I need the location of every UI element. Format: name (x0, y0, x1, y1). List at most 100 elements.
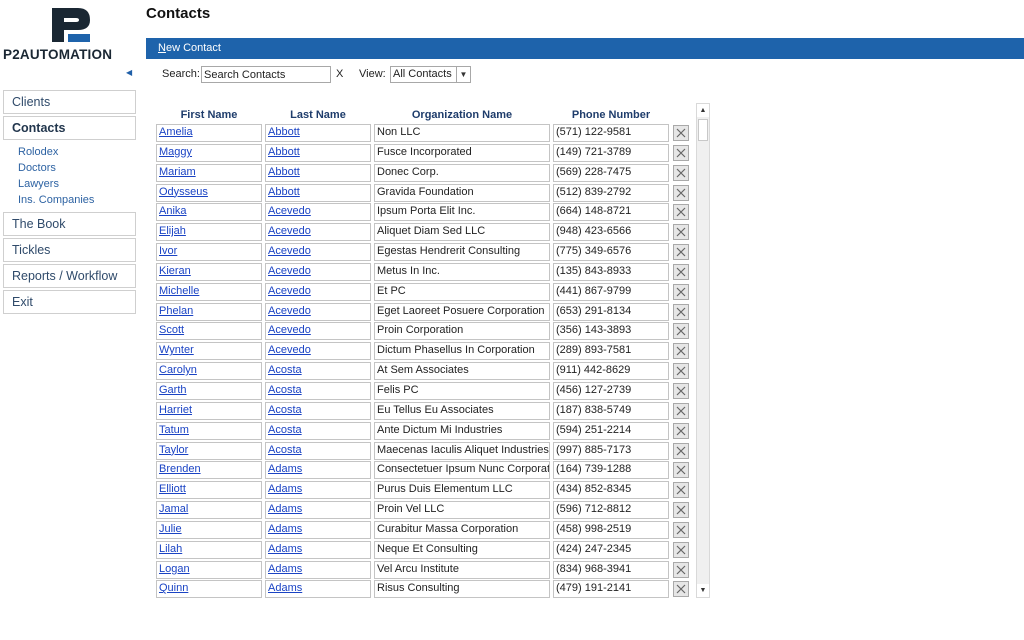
phone-cell[interactable]: (512) 839-2792 (553, 183, 669, 202)
phone-cell[interactable]: (456) 127-2739 (553, 381, 669, 400)
phone-cell[interactable]: (911) 442-8629 (553, 362, 669, 381)
delete-row-button[interactable] (673, 144, 689, 161)
delete-row-button[interactable] (673, 224, 689, 241)
sidebar-subitem-lawyers[interactable]: Lawyers (18, 176, 136, 192)
organization-cell[interactable]: Felis PC (374, 381, 550, 400)
delete-row-button[interactable] (673, 303, 689, 320)
column-header-phone[interactable]: Phone Number (553, 109, 669, 121)
phone-cell[interactable]: (834) 968-3941 (553, 560, 669, 579)
organization-cell[interactable]: Vel Arcu Institute (374, 560, 550, 579)
organization-cell[interactable]: Maecenas Iaculis Aliquet Industries (374, 441, 550, 460)
organization-cell[interactable]: Aliquet Diam Sed LLC (374, 223, 550, 242)
organization-cell[interactable]: Risus Consulting (374, 580, 550, 599)
sidebar-item-contacts[interactable]: Contacts (3, 116, 136, 140)
phone-cell[interactable]: (948) 423-6566 (553, 223, 669, 242)
last-name-cell[interactable]: Adams (265, 461, 371, 480)
delete-row-button[interactable] (673, 363, 689, 380)
table-scrollbar[interactable]: ▲ ▼ (696, 103, 710, 598)
first-name-cell[interactable]: Garth (156, 381, 262, 400)
clear-search-button[interactable]: X (336, 68, 343, 80)
delete-row-button[interactable] (673, 462, 689, 479)
first-name-cell[interactable]: Quinn (156, 580, 262, 599)
phone-cell[interactable]: (289) 893-7581 (553, 342, 669, 361)
phone-cell[interactable]: (356) 143-3893 (553, 322, 669, 341)
first-name-cell[interactable]: Elliott (156, 481, 262, 500)
last-name-cell[interactable]: Adams (265, 481, 371, 500)
phone-cell[interactable]: (424) 247-2345 (553, 540, 669, 559)
sidebar-item-clients[interactable]: Clients (3, 90, 136, 114)
first-name-cell[interactable]: Scott (156, 322, 262, 341)
delete-row-button[interactable] (673, 164, 689, 181)
last-name-cell[interactable]: Abbott (265, 124, 371, 142)
delete-row-button[interactable] (673, 561, 689, 578)
phone-cell[interactable]: (441) 867-9799 (553, 282, 669, 301)
organization-cell[interactable]: Fusce Incorporated (374, 143, 550, 162)
first-name-cell[interactable]: Elijah (156, 223, 262, 242)
phone-cell[interactable]: (664) 148-8721 (553, 203, 669, 222)
organization-cell[interactable]: Eu Tellus Eu Associates (374, 401, 550, 420)
delete-row-button[interactable] (673, 283, 689, 300)
last-name-cell[interactable]: Adams (265, 560, 371, 579)
first-name-cell[interactable]: Julie (156, 520, 262, 539)
first-name-cell[interactable]: Lilah (156, 540, 262, 559)
first-name-cell[interactable]: Taylor (156, 441, 262, 460)
first-name-cell[interactable]: Kieran (156, 262, 262, 281)
search-input[interactable] (201, 66, 331, 83)
first-name-cell[interactable]: Tatum (156, 421, 262, 440)
phone-cell[interactable]: (775) 349-6576 (553, 243, 669, 262)
first-name-cell[interactable]: Logan (156, 560, 262, 579)
phone-cell[interactable]: (135) 843-8933 (553, 262, 669, 281)
last-name-cell[interactable]: Acosta (265, 421, 371, 440)
delete-row-button[interactable] (673, 442, 689, 459)
phone-cell[interactable]: (571) 122-9581 (553, 124, 669, 142)
last-name-cell[interactable]: Acevedo (265, 322, 371, 341)
phone-cell[interactable]: (594) 251-2214 (553, 421, 669, 440)
delete-row-button[interactable] (673, 125, 689, 141)
delete-row-button[interactable] (673, 521, 689, 538)
organization-cell[interactable]: Dictum Phasellus In Corporation (374, 342, 550, 361)
sidebar-subitem-ins-companies[interactable]: Ins. Companies (18, 192, 136, 208)
organization-cell[interactable]: Proin Vel LLC (374, 501, 550, 520)
last-name-cell[interactable]: Acevedo (265, 203, 371, 222)
phone-cell[interactable]: (187) 838-5749 (553, 401, 669, 420)
phone-cell[interactable]: (596) 712-8812 (553, 501, 669, 520)
organization-cell[interactable]: Eget Laoreet Posuere Corporation (374, 302, 550, 321)
phone-cell[interactable]: (569) 228-7475 (553, 163, 669, 182)
phone-cell[interactable]: (164) 739-1288 (553, 461, 669, 480)
last-name-cell[interactable]: Acosta (265, 441, 371, 460)
delete-row-button[interactable] (673, 323, 689, 340)
first-name-cell[interactable]: Odysseus (156, 183, 262, 202)
organization-cell[interactable]: Ante Dictum Mi Industries (374, 421, 550, 440)
last-name-cell[interactable]: Acosta (265, 362, 371, 381)
organization-cell[interactable]: Consectetuer Ipsum Nunc Corporati (374, 461, 550, 480)
last-name-cell[interactable]: Abbott (265, 143, 371, 162)
last-name-cell[interactable]: Acevedo (265, 282, 371, 301)
organization-cell[interactable]: At Sem Associates (374, 362, 550, 381)
first-name-cell[interactable]: Carolyn (156, 362, 262, 381)
delete-row-button[interactable] (673, 184, 689, 201)
delete-row-button[interactable] (673, 382, 689, 399)
sidebar-item-tickles[interactable]: Tickles (3, 238, 136, 262)
last-name-cell[interactable]: Acosta (265, 381, 371, 400)
organization-cell[interactable]: Curabitur Massa Corporation (374, 520, 550, 539)
delete-row-button[interactable] (673, 204, 689, 221)
delete-row-button[interactable] (673, 244, 689, 261)
first-name-cell[interactable]: Maggy (156, 143, 262, 162)
delete-row-button[interactable] (673, 502, 689, 519)
sidebar-item-exit[interactable]: Exit (3, 290, 136, 314)
first-name-cell[interactable]: Phelan (156, 302, 262, 321)
sidebar-item-the-book[interactable]: The Book (3, 212, 136, 236)
scrollbar-thumb[interactable] (698, 119, 708, 141)
last-name-cell[interactable]: Adams (265, 520, 371, 539)
last-name-cell[interactable]: Adams (265, 580, 371, 599)
first-name-cell[interactable]: Ivor (156, 243, 262, 262)
delete-row-button[interactable] (673, 541, 689, 558)
organization-cell[interactable]: Gravida Foundation (374, 183, 550, 202)
last-name-cell[interactable]: Acevedo (265, 223, 371, 242)
organization-cell[interactable]: Ipsum Porta Elit Inc. (374, 203, 550, 222)
phone-cell[interactable]: (479) 191-2141 (553, 580, 669, 599)
organization-cell[interactable]: Proin Corporation (374, 322, 550, 341)
organization-cell[interactable]: Donec Corp. (374, 163, 550, 182)
organization-cell[interactable]: Non LLC (374, 124, 550, 142)
view-select[interactable]: All Contacts ▼ (390, 66, 471, 83)
